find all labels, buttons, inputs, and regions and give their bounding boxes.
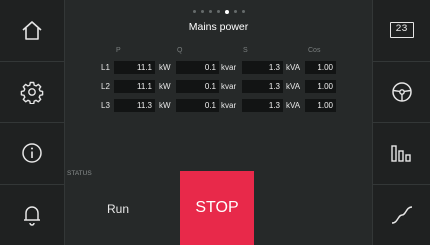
table-row: L1 11.1 kW 0.1 kvar 1.3 kVA 1.00 [65,61,372,74]
s-value: 1.3 [242,61,283,74]
column-header-q: Q [177,47,183,54]
s-unit: kVA [286,63,301,72]
column-header-p: P [116,47,121,54]
p-value: 11.1 [114,61,155,74]
settings-button[interactable] [0,62,64,123]
page-indicator [65,9,372,14]
q-value: 0.1 [176,80,219,93]
bell-icon [22,204,42,226]
settings-icon [20,80,44,104]
table-row: L3 11.3 kW 0.1 kvar 1.3 kVA 1.00 [65,99,372,112]
home-icon [20,19,44,41]
counter-badge-icon: 23 [389,22,414,39]
s-unit: kVA [286,82,301,91]
row-label: L1 [101,63,110,72]
home-button[interactable] [0,0,64,62]
info-button[interactable] [0,123,64,185]
left-sidebar [0,0,65,245]
page-dot[interactable] [233,10,237,13]
waveform-button[interactable] [373,185,430,245]
page-dot[interactable] [200,10,204,13]
sine-wave-icon [390,205,414,225]
steering-wheel-icon [391,81,413,103]
bar-chart-icon [390,144,413,162]
cos-value: 1.00 [305,80,336,93]
s-value: 1.3 [242,99,283,112]
q-unit: kvar [221,101,237,110]
cos-value: 1.00 [305,99,336,112]
status-label: STATUS [67,170,92,177]
s-value: 1.3 [242,80,283,93]
screen: Mains power P Q S Cos L1 11.1 kW 0.1 kva… [0,0,430,245]
q-value: 0.1 [176,61,219,74]
status-value: Run [107,202,130,216]
column-header-cos: Cos [308,47,321,54]
p-value: 11.1 [114,80,155,93]
info-icon [21,142,43,164]
page-dot[interactable] [208,10,212,13]
q-unit: kvar [221,82,237,91]
cos-value: 1.00 [305,61,336,74]
right-sidebar: 23 [372,0,430,245]
p-unit: kW [159,63,171,72]
stop-button[interactable]: STOP [180,171,254,245]
page-dot-active[interactable] [224,9,229,14]
page-title: Mains power [188,21,249,33]
q-unit: kvar [221,63,237,72]
row-label: L3 [101,101,110,110]
q-value: 0.1 [176,99,219,112]
p-unit: kW [159,82,171,91]
main-panel: Mains power P Q S Cos L1 11.1 kW 0.1 kva… [65,0,372,245]
p-value: 11.3 [114,99,155,112]
counter-button[interactable]: 23 [373,0,430,62]
alarms-button[interactable] [0,185,64,245]
engine-button[interactable] [373,62,430,123]
row-label: L2 [101,82,110,91]
statistics-button[interactable] [373,123,430,185]
page-dot[interactable] [216,10,220,13]
counter-badge-value: 23 [395,24,408,36]
table-row: L2 11.1 kW 0.1 kvar 1.3 kVA 1.00 [65,80,372,93]
column-header-s: S [243,47,248,54]
page-dot[interactable] [192,10,196,13]
p-unit: kW [159,101,171,110]
s-unit: kVA [286,101,301,110]
page-dot[interactable] [241,10,245,13]
